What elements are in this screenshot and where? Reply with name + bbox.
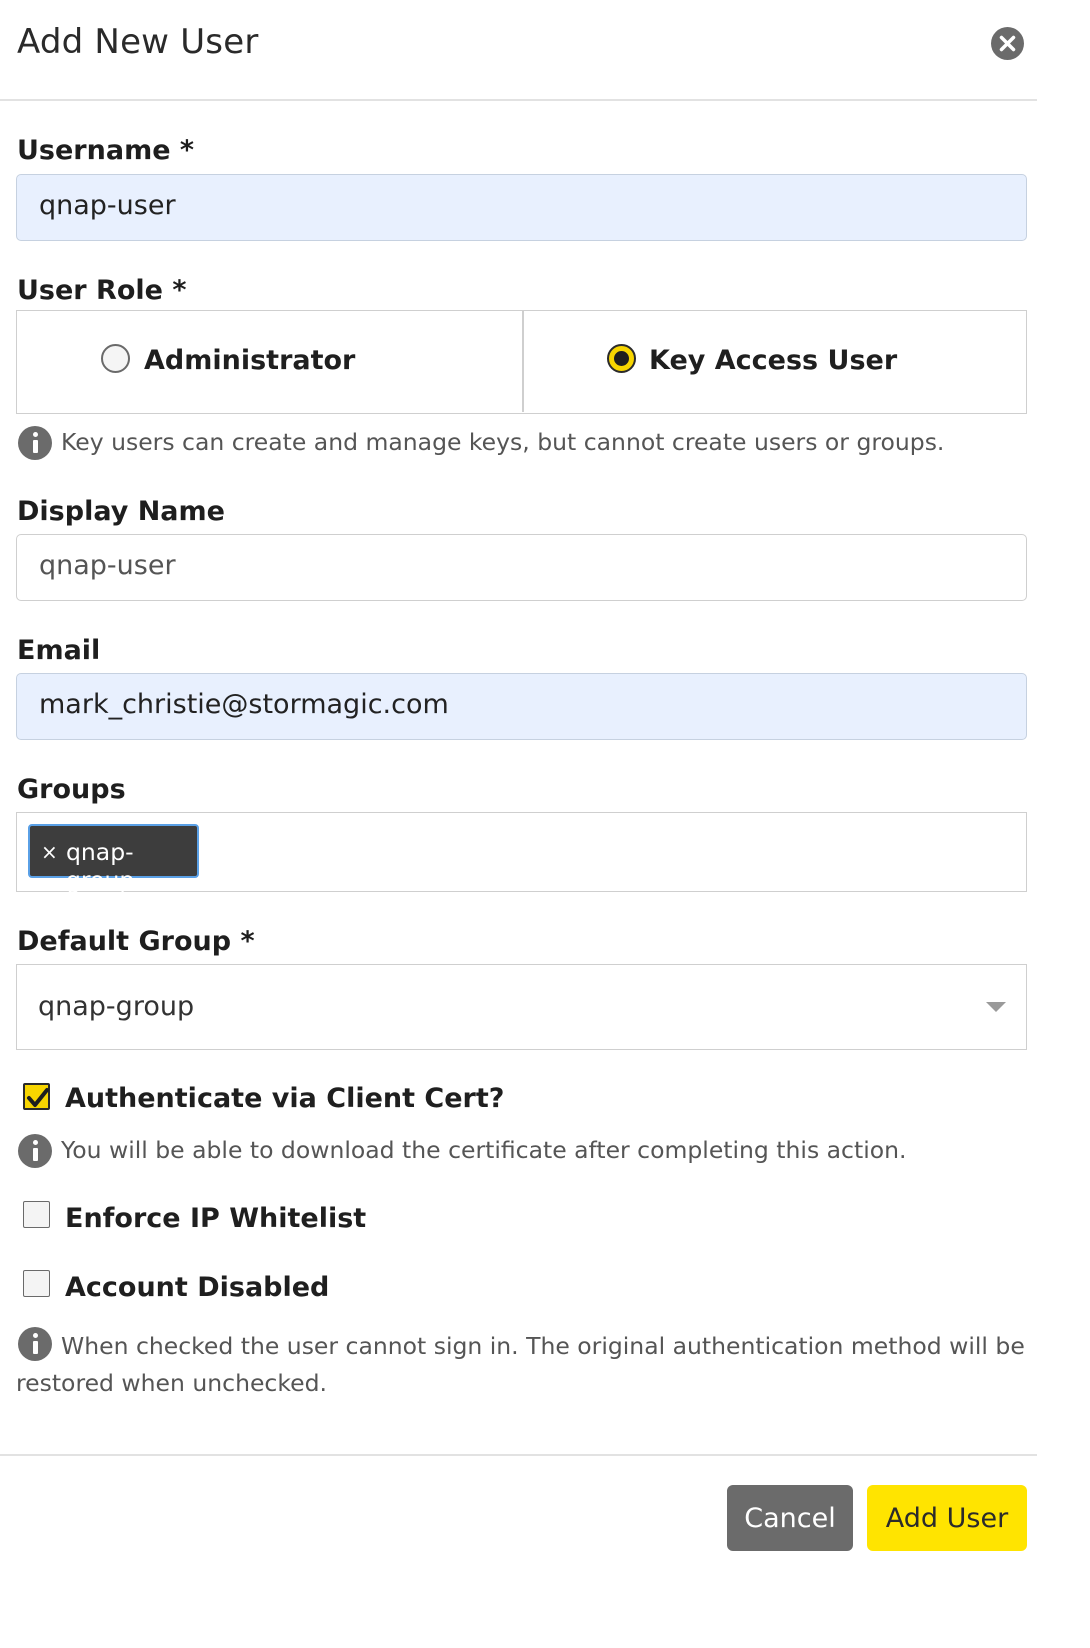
chevron-down-icon [986,1002,1006,1012]
groups-input[interactable]: × qnap-group [16,812,1027,894]
add-user-button[interactable]: Add User [867,1485,1027,1551]
email-input[interactable]: mark_christie@stormagic.com [16,673,1027,740]
dialog-header: Add New User [0,0,1037,101]
info-icon [18,1134,52,1168]
administrator-radio[interactable] [101,344,130,373]
dialog-title: Add New User [17,22,259,62]
role-info-text: Key users can create and manage keys, bu… [61,428,945,456]
role-option-key-access-user[interactable]: Key Access User [524,311,1028,412]
account-disabled-info-line1: When checked the user cannot sign in. Th… [61,1332,1025,1360]
info-icon [18,1327,52,1361]
groups-label: Groups [17,774,126,805]
cancel-button[interactable]: Cancel [727,1485,853,1551]
ip-whitelist-checkbox[interactable] [23,1201,50,1228]
account-disabled-checkbox[interactable] [23,1270,50,1297]
default-group-value: qnap-group [38,991,195,1022]
key-access-user-label: Key Access User [649,345,898,376]
cancel-button-label: Cancel [744,1503,836,1534]
checkmark-icon [27,1088,49,1107]
remove-chip-icon[interactable]: × [41,840,58,864]
display-name-value: qnap-user [39,550,176,581]
footer-divider [0,1454,1037,1456]
account-disabled-label: Account Disabled [65,1272,330,1303]
default-group-select[interactable]: qnap-group [16,964,1027,1050]
close-icon [999,35,1016,52]
client-cert-label: Authenticate via Client Cert? [65,1083,505,1114]
display-name-input[interactable]: qnap-user [16,534,1027,601]
add-user-button-label: Add User [885,1503,1009,1534]
key-access-user-radio[interactable] [607,344,636,373]
user-role-label: User Role * [17,275,187,306]
email-value: mark_christie@stormagic.com [39,689,449,720]
display-name-label: Display Name [17,496,225,527]
close-button[interactable] [991,27,1024,60]
default-group-label: Default Group * [17,926,255,957]
email-label: Email [17,635,101,666]
administrator-label: Administrator [144,345,356,376]
username-value: qnap-user [39,190,176,221]
account-disabled-info-line2: restored when unchecked. [16,1369,327,1397]
username-input[interactable]: qnap-user [16,174,1027,241]
role-option-administrator[interactable]: Administrator [17,311,521,412]
user-role-group: Administrator Key Access User [16,310,1027,414]
group-chip: × qnap-group [28,824,199,894]
info-icon [18,426,52,460]
username-label: Username * [17,135,195,166]
client-cert-checkbox[interactable] [23,1083,50,1110]
group-chip-label: qnap-group [66,838,135,894]
client-cert-info-text: You will be able to download the certifi… [61,1136,907,1164]
ip-whitelist-label: Enforce IP Whitelist [65,1203,367,1234]
